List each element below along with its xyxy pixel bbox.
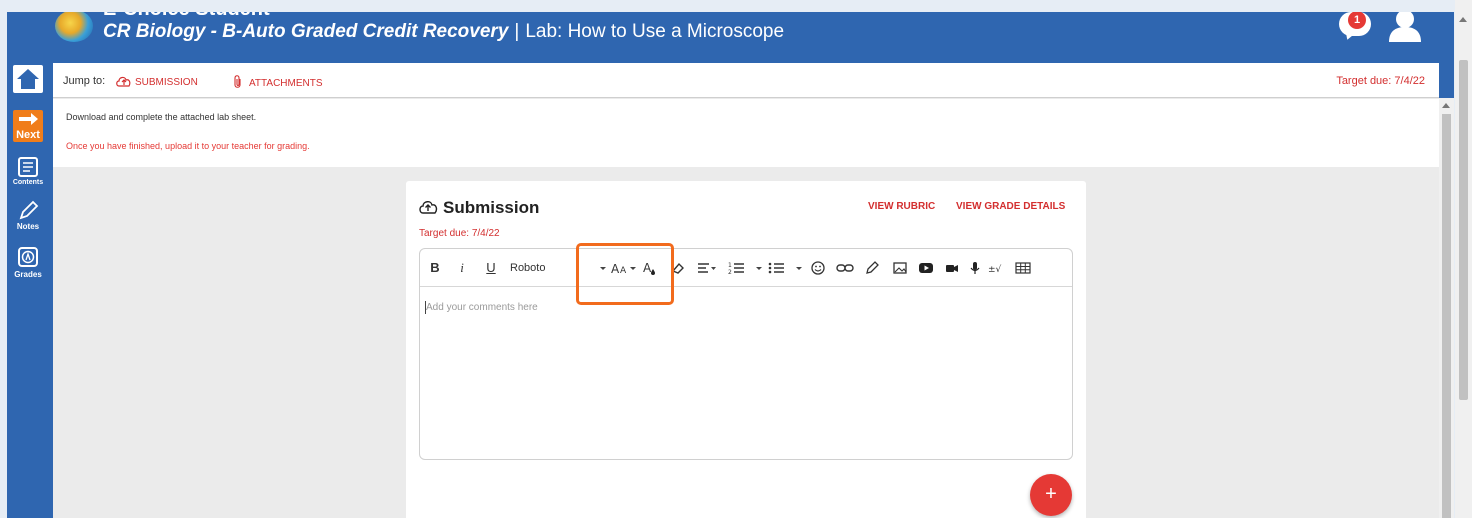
window-scroll-thumb[interactable] — [1459, 60, 1468, 400]
svg-text:2: 2 — [728, 269, 732, 276]
grades-icon — [18, 247, 38, 267]
submission-target-due: Target due: 7/4/22 — [419, 228, 500, 239]
smiley-icon — [811, 261, 825, 275]
next-label: Next — [16, 129, 40, 141]
svg-text:1: 1 — [728, 262, 732, 269]
header-bar: E-Choice Student CR Biology - B-Auto Gra… — [7, 12, 1454, 63]
jump-to-label: Jump to: — [63, 75, 106, 87]
scroll-up-arrow[interactable] — [1459, 17, 1467, 22]
rich-text-editor: B i U Roboto A A A 1 2 ±√ Add your comme… — [419, 248, 1073, 460]
grades-label: Grades — [14, 270, 42, 279]
numbered-list-icon: 1 2 — [728, 262, 744, 276]
app-name: E-Choice Student — [103, 12, 270, 21]
editor-toolbar: B i U Roboto A A A 1 2 ±√ — [420, 249, 1072, 287]
jump-submission-label: SUBMISSION — [135, 77, 198, 88]
microphone-icon — [970, 262, 980, 274]
user-icon — [1389, 12, 1421, 42]
record-audio-button[interactable] — [968, 260, 982, 276]
comment-input[interactable]: Add your comments here — [426, 302, 538, 313]
paperclip-icon — [234, 75, 241, 88]
draw-button[interactable] — [864, 260, 880, 276]
instructions-panel: Download and complete the attached lab s… — [53, 99, 1439, 167]
link-icon — [836, 264, 854, 272]
align-icon — [698, 263, 716, 273]
bold-button[interactable]: B — [429, 260, 441, 276]
pencil-icon — [19, 200, 39, 220]
video-camera-icon — [946, 265, 958, 272]
breadcrumb: CR Biology - B-Auto Graded Credit Recove… — [103, 21, 784, 43]
record-video-button[interactable] — [944, 260, 960, 276]
user-profile-button[interactable] — [1387, 12, 1423, 42]
image-icon — [893, 262, 907, 274]
view-rubric-link[interactable]: VIEW RUBRIC — [868, 201, 935, 212]
ordered-list-button[interactable]: 1 2 — [728, 260, 746, 276]
window-scrollbar[interactable] — [1455, 0, 1472, 518]
next-button[interactable]: Next — [13, 110, 43, 142]
insert-image-button[interactable] — [892, 260, 908, 276]
equation-icon: ±√ — [988, 264, 1002, 275]
target-due-header: Target due: 7/4/22 — [1336, 75, 1425, 87]
view-grade-details-link[interactable]: VIEW GRADE DETAILS — [956, 201, 1065, 212]
main-content: Jump to: SUBMISSION ATTACHMENTS Target d… — [53, 63, 1439, 518]
chevron-down-icon — [796, 267, 802, 270]
underline-button[interactable]: U — [484, 260, 498, 276]
instruction-line-1: Download and complete the attached lab s… — [66, 112, 257, 122]
bullet-list-icon — [768, 262, 784, 274]
notes-button[interactable]: Notes — [13, 200, 43, 234]
insert-youtube-button[interactable] — [918, 260, 934, 276]
content-scrollbar[interactable] — [1439, 98, 1454, 518]
insert-table-button[interactable] — [1014, 260, 1032, 276]
grades-button[interactable]: Grades — [13, 245, 43, 279]
cloud-upload-icon — [419, 201, 438, 214]
home-button[interactable] — [13, 65, 43, 93]
annotation-highlight — [576, 243, 674, 305]
arrow-right-icon — [19, 113, 38, 125]
app-window: E-Choice Student CR Biology - B-Auto Gra… — [7, 12, 1454, 518]
content-scroll-thumb[interactable] — [1442, 114, 1451, 518]
left-rail: Next Contents Notes Grades — [7, 63, 53, 518]
contents-label: Contents — [12, 179, 44, 186]
table-icon — [1015, 262, 1031, 274]
youtube-icon — [919, 263, 933, 273]
math-equation-button[interactable]: ±√ — [988, 260, 1006, 276]
bullet-list-button[interactable] — [768, 260, 786, 276]
contents-button[interactable]: Contents — [13, 155, 43, 187]
notes-label: Notes — [16, 222, 40, 231]
bullet-list-caret[interactable] — [792, 260, 806, 276]
chevron-down-icon — [756, 267, 762, 270]
emoji-button[interactable] — [810, 260, 826, 276]
contents-icon — [18, 157, 38, 177]
add-button[interactable]: + — [1030, 474, 1072, 516]
pen-icon — [866, 261, 879, 274]
submission-title: Submission — [443, 198, 540, 217]
instruction-line-2: Once you have finished, upload it to you… — [66, 141, 310, 151]
submission-card: Submission VIEW RUBRIC VIEW GRADE DETAIL… — [406, 181, 1086, 518]
ordered-list-caret[interactable] — [752, 260, 766, 276]
jump-bar: Jump to: SUBMISSION ATTACHMENTS Target d… — [53, 63, 1439, 98]
jump-attachments-label: ATTACHMENTS — [249, 78, 323, 89]
jump-attachments-link[interactable]: ATTACHMENTS — [233, 75, 323, 89]
align-button[interactable] — [696, 260, 718, 276]
cloud-upload-icon — [116, 76, 131, 87]
course-title[interactable]: CR Biology - B-Auto Graded Credit Recove… — [103, 21, 508, 42]
font-family-select[interactable]: Roboto — [510, 260, 550, 276]
home-icon — [17, 69, 39, 89]
breadcrumb-separator: | — [514, 21, 520, 42]
messages-button[interactable]: 1 — [1339, 12, 1373, 42]
insert-link-button[interactable] — [836, 260, 854, 276]
svg-text:±√: ±√ — [988, 264, 1002, 275]
app-logo — [55, 12, 93, 42]
page-title: Lab: How to Use a Microscope — [525, 21, 785, 42]
jump-submission-link[interactable]: SUBMISSION — [115, 75, 198, 88]
scroll-up-arrow[interactable] — [1442, 103, 1450, 108]
italic-button[interactable]: i — [456, 260, 468, 276]
